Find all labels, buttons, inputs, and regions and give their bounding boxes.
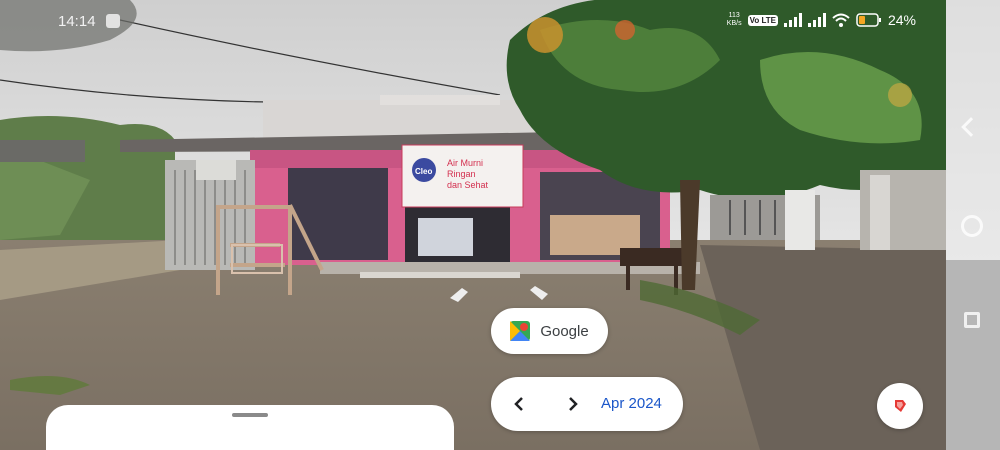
- chevron-right-icon: [569, 397, 578, 411]
- status-time: 14:14: [58, 13, 96, 30]
- banner-line-3: dan Sehat: [447, 180, 489, 190]
- google-maps-icon: [510, 321, 531, 341]
- battery-percent: 24%: [887, 12, 916, 28]
- google-attribution-chip[interactable]: Google: [491, 308, 608, 354]
- imagery-date[interactable]: Apr 2024: [601, 395, 662, 412]
- next-date-button[interactable]: [561, 392, 585, 416]
- wifi-icon: [832, 13, 850, 27]
- previous-date-button[interactable]: [507, 392, 531, 416]
- volte-badge: Vo LTE: [747, 14, 778, 26]
- status-icons: 113 KB/s Vo LTE 24%: [727, 12, 916, 28]
- notification-app-icon: [106, 14, 120, 28]
- network-speed-value: 113: [728, 12, 740, 19]
- chevron-left-icon: [514, 397, 523, 411]
- network-speed-unit: KB/s: [726, 20, 742, 27]
- sheet-drag-handle[interactable]: [232, 413, 268, 417]
- imagery-date-selector: Apr 2024: [491, 377, 683, 431]
- network-speed: 113 KB/s: [727, 12, 742, 28]
- battery-icon: [856, 13, 881, 27]
- signal-icon: [807, 13, 826, 27]
- banner-line-2: Ringan: [447, 169, 476, 179]
- signal-icon: [783, 13, 802, 27]
- banner-logo-text: Cleo: [415, 167, 432, 176]
- bookmark-icon: [895, 400, 906, 412]
- bookmark-button[interactable]: [877, 383, 923, 429]
- recents-icon[interactable]: [964, 312, 980, 328]
- banner-line-1: Air Murni: [447, 158, 483, 168]
- bottom-sheet[interactable]: [46, 405, 454, 450]
- status-bar: 14:14 113 KB/s Vo LTE 24%: [0, 0, 946, 40]
- google-label: Google: [540, 322, 589, 340]
- home-icon[interactable]: [961, 215, 983, 237]
